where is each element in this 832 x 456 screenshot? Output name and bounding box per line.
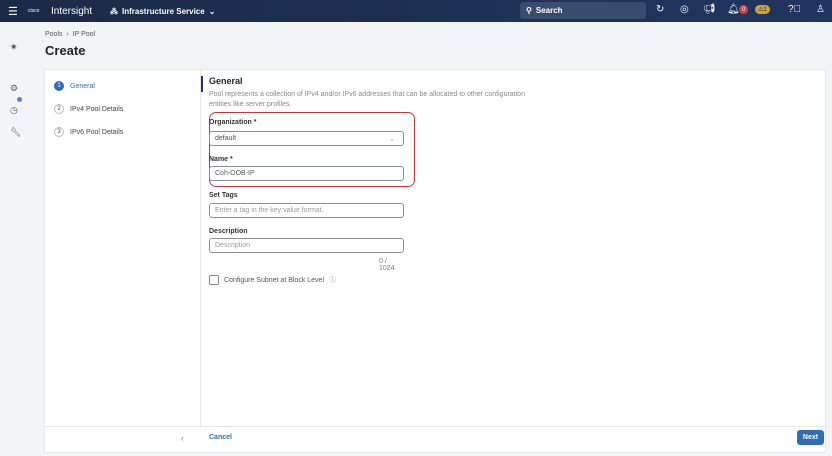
organization-select[interactable]: default ⌄ [209, 131, 404, 146]
name-label: Name * [209, 156, 233, 163]
wizard-steps: 1 General 2 IPv4 Pool Details 3 IPv6 Pool D… [45, 70, 201, 426]
checkbox[interactable] [209, 275, 219, 285]
step-number: 3 [54, 127, 64, 137]
wizard-card: 1 General 2 IPv4 Pool Details 3 IPv6 Pool D… [44, 69, 827, 454]
service-switcher[interactable]: ⁂ Infrastructure Service ⌄ [110, 7, 215, 16]
step-ipv4-pool-details[interactable]: 2 IPv4 Pool Details [54, 104, 123, 114]
settings-icon[interactable]: ✷ [10, 42, 18, 53]
refresh-icon[interactable]: ↻ [656, 4, 664, 15]
step-number: 2 [54, 104, 64, 114]
info-icon[interactable]: ⓘ [329, 275, 336, 285]
bell-icon[interactable]: 🔔︎ [727, 4, 740, 15]
tags-label: Set Tags [209, 192, 238, 199]
active-section-marker [201, 76, 203, 92]
name-input[interactable]: Coh-OOB-IP [209, 166, 404, 181]
description-label: Description [209, 228, 248, 235]
organization-label: Organization * [209, 119, 257, 126]
network-icon: ⁂ [110, 6, 118, 16]
top-bar: ☰ cisco Intersight ⁂ Infrastructure Servi… [0, 0, 832, 22]
critical-alerts-badge[interactable]: 0 [739, 5, 749, 14]
search-input[interactable]: ⚲ Search [520, 2, 646, 19]
chevron-down-icon: ⌄ [208, 6, 216, 16]
search-placeholder: Search [535, 6, 563, 15]
configure-subnet-checkbox[interactable]: Configure Subnet at Block Level ⓘ [209, 275, 336, 285]
section-description: Pool represents a collection of IPv4 and… [209, 91, 525, 108]
step-number: 1 [54, 81, 64, 91]
help-icon[interactable]: ?⃝ [788, 4, 801, 15]
cancel-button[interactable]: Cancel [209, 434, 232, 441]
warning-alerts-badge[interactable]: ⚠1 [755, 5, 770, 14]
breadcrumb: Pools › IP Pool [45, 31, 96, 38]
tags-input[interactable]: Enter a tag in the key:value format. [209, 203, 404, 218]
step-label: IPv6 Pool Details [70, 128, 124, 136]
cisco-logo: cisco [28, 7, 40, 14]
breadcrumb-pools[interactable]: Pools [45, 31, 63, 38]
checkbox-label: Configure Subnet at Block Level [224, 276, 325, 284]
step-ipv6-pool-details[interactable]: 3 IPv6 Pool Details [54, 127, 123, 137]
wizard-footer: ‹ Cancel Next [45, 426, 827, 454]
page-title: Create [45, 43, 86, 58]
section-heading: General [209, 76, 243, 86]
step-general[interactable]: 1 General [54, 81, 95, 91]
app-name: Intersight [51, 5, 93, 17]
notification-dot [17, 97, 22, 102]
service-label: Infrastructure Service [122, 6, 205, 16]
next-button[interactable]: Next [797, 430, 824, 445]
menu-icon[interactable]: ☰ [8, 5, 18, 18]
user-icon[interactable]: ♙ [816, 4, 825, 15]
wrench-icon[interactable]: 🔧︎ [10, 127, 21, 138]
search-icon: ⚲ [526, 6, 532, 15]
left-rail: ✷ ⚙ ◷ 🔧︎ [0, 22, 30, 456]
collapse-chevron-icon[interactable]: ‹ [181, 433, 184, 443]
breadcrumb-ip-pool[interactable]: IP Pool [73, 31, 95, 38]
monitor-icon[interactable]: ◷ [10, 105, 18, 116]
step-label: General [70, 82, 95, 90]
step-label: IPv4 Pool Details [70, 105, 124, 113]
organization-value: default [215, 135, 237, 142]
description-textarea[interactable]: Description [209, 238, 404, 253]
chevron-down-icon: ⌄ [389, 135, 395, 143]
megaphone-icon[interactable]: 📢︎ [703, 4, 716, 15]
gear-icon[interactable]: ⚙ [10, 83, 18, 94]
description-counter: 0 / 1024 [379, 258, 395, 272]
check-circle-icon[interactable]: ◎ [680, 4, 689, 15]
